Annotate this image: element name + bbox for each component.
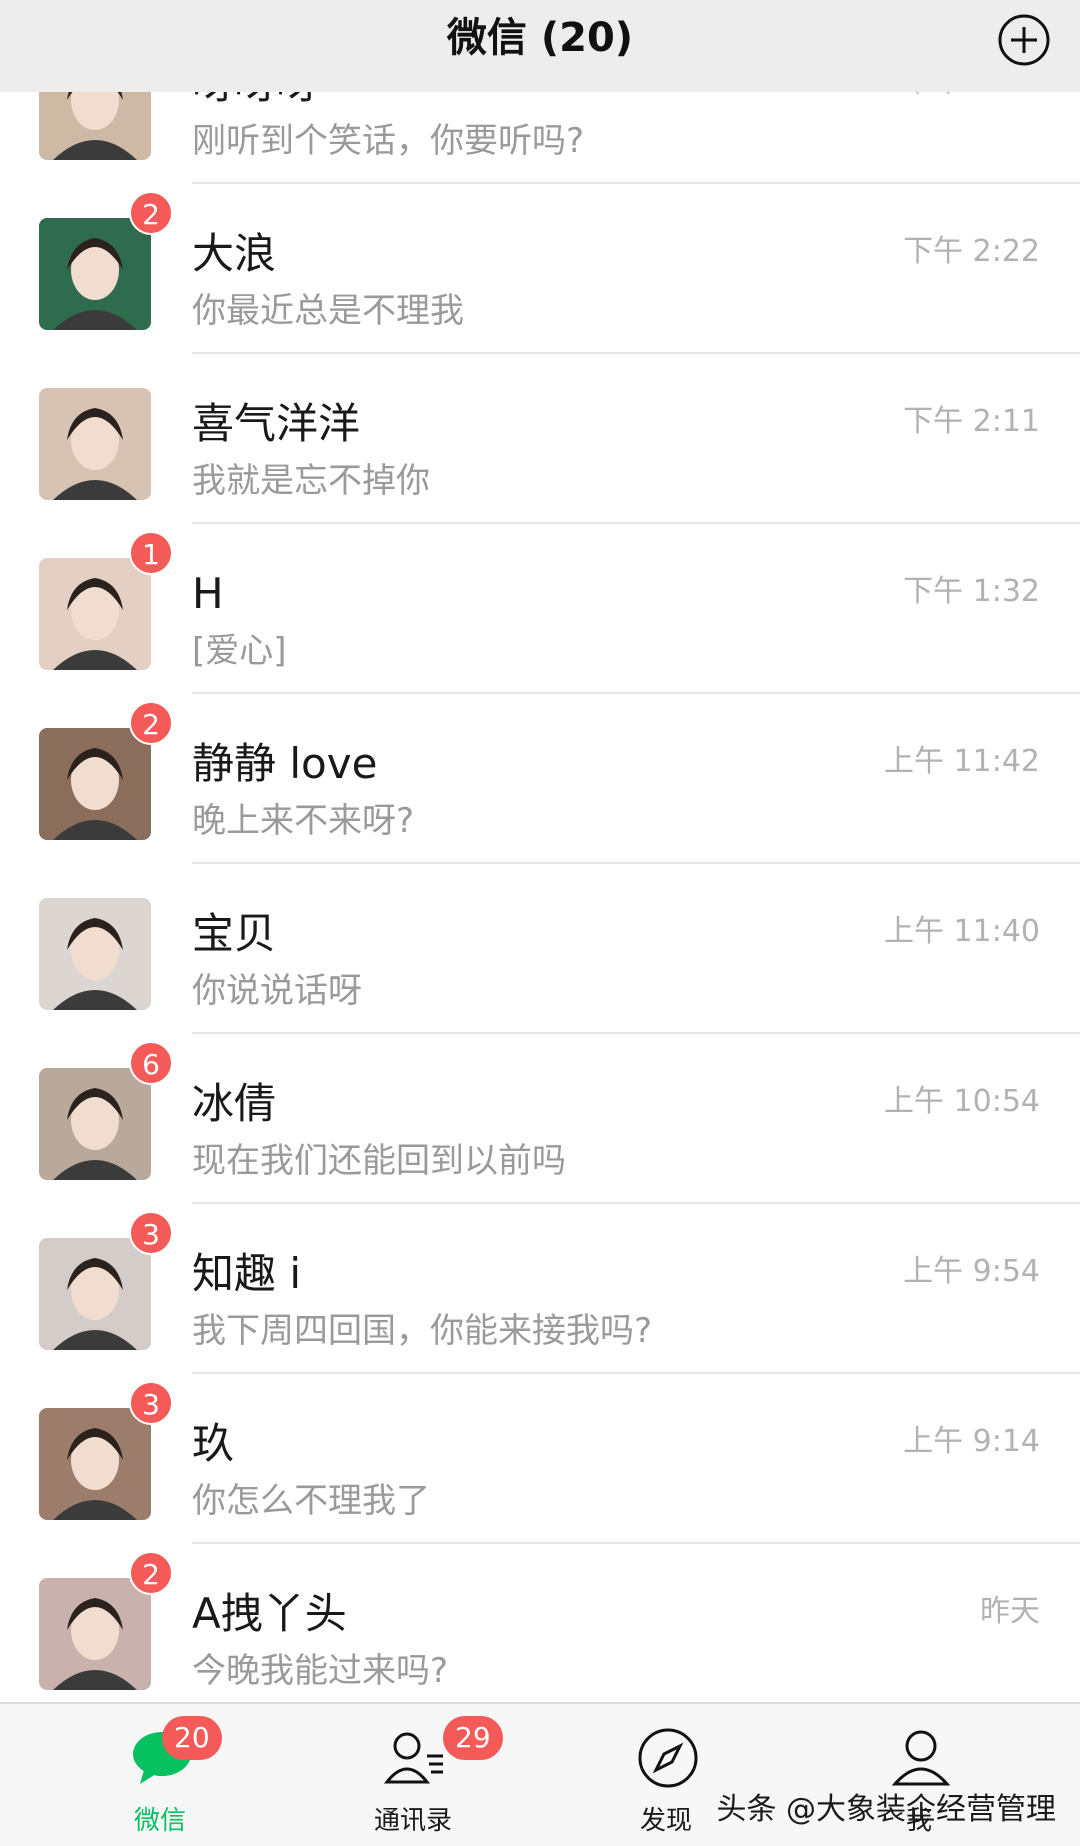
page-title: 微信 (20) [446, 15, 634, 61]
contact-name: 静静 love [192, 739, 378, 788]
contact-name: 冰倩 [192, 1079, 277, 1128]
chat-row[interactable]: 宝贝你说说话呀 上午 11:40 [0, 864, 1080, 1034]
avatar[interactable] [39, 388, 151, 500]
contact-name: 知趣 i [192, 1249, 302, 1298]
message-preview: 你最近总是不理我 [192, 291, 464, 331]
chat-row[interactable]: 2 A拽丫头今晚我能过来吗? 昨天 [0, 1544, 1080, 1702]
timestamp: 上午 9:54 [903, 1254, 1040, 1289]
contact-name: 玖 [192, 1419, 235, 1468]
timestamp: 下午 2:11 [903, 404, 1040, 439]
message-preview: 你说说话呀 [192, 971, 362, 1011]
unread-badge: 3 [129, 1381, 173, 1425]
timestamp: 上午 10:54 [884, 1084, 1040, 1119]
timestamp: 下午 1:32 [903, 574, 1040, 609]
contacts-icon [383, 1726, 447, 1790]
message-preview: 我下周四回国，你能来接我吗? [192, 1311, 653, 1351]
chat-row[interactable]: 1 H [爱心] 下午 1:32 [0, 524, 1080, 694]
contact-name: 呀呀呀 ~ [192, 92, 367, 112]
tab-contacts[interactable]: 29 通讯录 [333, 1704, 503, 1846]
chat-row[interactable]: 喜气洋洋我就是忘不掉你 下午 2:11 [0, 354, 1080, 524]
timestamp: 上午 11:42 [884, 744, 1040, 779]
watermark: 头条 @大象装企经营管理 [716, 1792, 1056, 1827]
message-preview: 今晚我能过来吗? [192, 1651, 449, 1691]
chat-row[interactable]: 1呀呀呀 ~刚听到个笑话，你要听吗?下午 4:37 [0, 92, 1080, 184]
avatar[interactable] [39, 218, 151, 330]
chat-row[interactable]: 2 大浪你最近总是不理我 下午 2:22 [0, 184, 1080, 354]
chat-list[interactable]: 1呀呀呀 ~刚听到个笑话，你要听吗?下午 4:372大浪你最近总是不理我下午 2… [0, 92, 1080, 1702]
avatar[interactable] [39, 1238, 151, 1350]
avatar[interactable] [39, 728, 151, 840]
avatar[interactable] [39, 1408, 151, 1520]
contact-name: 大浪 [192, 229, 277, 278]
contact-name: 喜气洋洋 [192, 399, 361, 448]
avatar[interactable] [39, 92, 151, 160]
tab-label: 微信 [133, 1806, 186, 1836]
chat-row[interactable]: 3 玖你怎么不理我了 上午 9:14 [0, 1374, 1080, 1544]
unread-badge: 29 [443, 1716, 503, 1760]
chat-row[interactable]: 2 静静 love 晚上来不来呀? 上午 11:42 [0, 694, 1080, 864]
app-header: 微信 (20) [0, 0, 1080, 92]
avatar[interactable] [39, 1068, 151, 1180]
contact-name: A拽丫头 [192, 1589, 347, 1638]
avatar[interactable] [39, 898, 151, 1010]
compass-icon [636, 1726, 700, 1790]
unread-badge: 6 [129, 1041, 173, 1085]
timestamp: 下午 2:22 [903, 234, 1040, 269]
contact-name: 宝贝 [192, 909, 277, 958]
timestamp: 昨天 [980, 1594, 1040, 1629]
message-preview: 我就是忘不掉你 [192, 461, 430, 501]
timestamp: 上午 11:40 [884, 914, 1040, 949]
chat-row[interactable]: 6 冰倩现在我们还能回到以前吗 上午 10:54 [0, 1034, 1080, 1204]
unread-badge: 2 [129, 701, 173, 745]
message-preview: 现在我们还能回到以前吗 [192, 1141, 566, 1181]
message-preview: 晚上来不来呀? [192, 801, 415, 841]
chat-row[interactable]: 3 知趣 i 我下周四回国，你能来接我吗? 上午 9:54 [0, 1204, 1080, 1374]
tab-label: 通讯录 [373, 1806, 452, 1836]
avatar[interactable] [39, 1578, 151, 1690]
plus-circle-icon[interactable] [996, 12, 1052, 68]
person-icon [889, 1726, 953, 1790]
unread-badge: 2 [129, 191, 173, 235]
timestamp: 下午 4:37 [903, 92, 1040, 102]
unread-badge: 3 [129, 1211, 173, 1255]
avatar[interactable] [39, 558, 151, 670]
message-preview: [爱心] [192, 631, 287, 671]
unread-badge: 2 [129, 1551, 173, 1595]
tab-chats[interactable]: 20 微信 [80, 1704, 240, 1846]
unread-badge: 1 [129, 531, 173, 575]
message-preview: 你怎么不理我了 [192, 1481, 430, 1521]
unread-badge: 20 [162, 1716, 222, 1760]
contact-name: H [192, 569, 224, 618]
message-preview: 刚听到个笑话，你要听吗? [192, 121, 585, 161]
timestamp: 上午 9:14 [903, 1424, 1040, 1459]
